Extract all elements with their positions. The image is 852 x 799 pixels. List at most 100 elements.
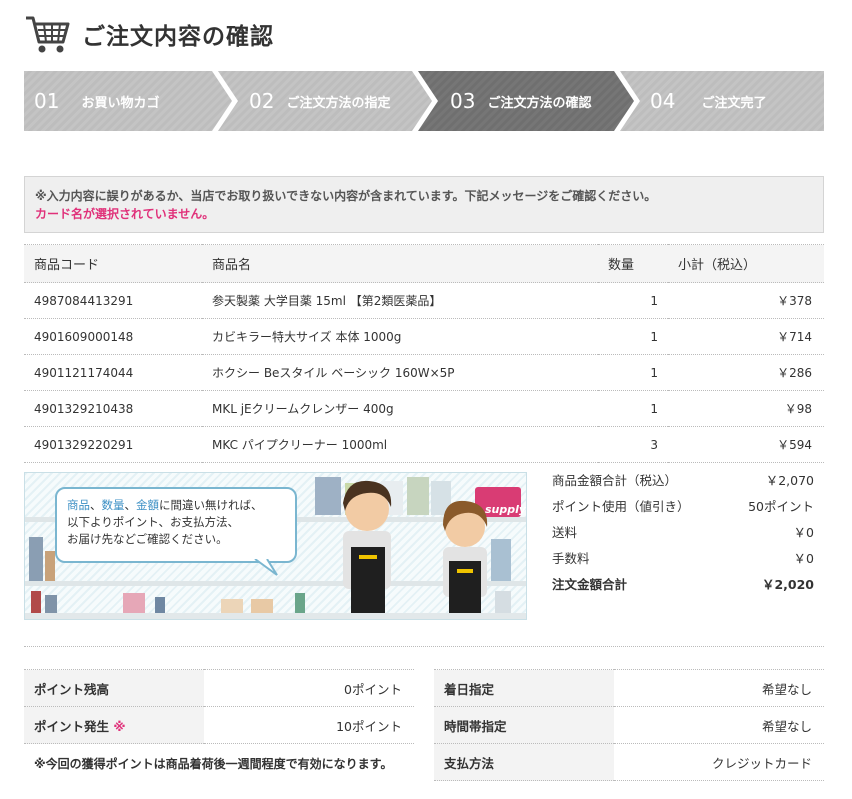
header-qty: 数量 (598, 244, 668, 283)
item-code: 4901329220291 (24, 426, 202, 463)
step-4-label: ご注文完了 (701, 95, 767, 111)
item-code: 4901609000148 (24, 318, 202, 355)
step-3-number: 03 (450, 89, 476, 113)
page-title: ご注文内容の確認 (82, 24, 274, 50)
order-totals: 商品金額合計（税込） ￥2,070 ポイント使用（値引き） 50ポイント 送料 … (552, 466, 814, 596)
totals-row: ポイント使用（値引き） 50ポイント (552, 492, 814, 518)
points-earned-mark: ※ (113, 718, 126, 734)
bubble-line-1: 商品、数量、金額に間違い無ければ、 (67, 497, 285, 514)
bubble-separator: 、 (124, 498, 137, 512)
totals-row: 送料 ￥0 (552, 518, 814, 544)
item-name: カビキラー特大サイズ 本体 1000g (202, 318, 598, 355)
bubble-highlight-amount: 金額 (136, 498, 159, 512)
item-qty: 1 (598, 282, 668, 319)
item-subtotal: ￥378 (668, 282, 824, 319)
grand-total-label: 注文金額合計 (552, 576, 628, 592)
points-balance-label: ポイント残高 (24, 669, 204, 707)
item-name: ホクシー Beスタイル ベーシック 160W×5P (202, 354, 598, 391)
alert-message: ※入力内容に誤りがあるか、当店でお取り扱いできない内容が含まれています。下記メッ… (35, 189, 657, 203)
header-subtotal: 小計（税込） (668, 244, 824, 283)
points-earned-value: 10ポイント (204, 706, 414, 744)
bubble-text: に間違い無ければ、 (159, 498, 263, 512)
table-row: 4901329220291 MKC パイプクリーナー 1000ml 3 ￥594 (24, 426, 824, 463)
totals-value: ￥0 (793, 524, 814, 540)
bubble-line-2: 以下よりポイント、お支払方法、 (67, 515, 240, 529)
confirmation-banner: supply 商品、数量、金額に間違い無ければ、 以下よりポイント、お支払方法、… (24, 472, 527, 620)
table-row: 4987084413291 参天製薬 大学目薬 15ml 【第2類医薬品】 1 … (24, 282, 824, 319)
points-earned-cell: ポイント発生 ※ (24, 706, 204, 744)
item-qty: 1 (598, 318, 668, 355)
item-name: 参天製薬 大学目薬 15ml 【第2類医薬品】 (202, 282, 598, 319)
item-subtotal: ￥714 (668, 318, 824, 355)
bubble-highlight-product: 商品 (67, 498, 90, 512)
delivery-time-label: 時間帯指定 (434, 706, 614, 744)
points-balance-row: ポイント残高 0ポイント (24, 669, 414, 707)
bubble-tail (254, 559, 278, 576)
delivery-date-value: 希望なし (614, 669, 824, 707)
item-subtotal: ￥286 (668, 354, 824, 391)
speech-bubble: 商品、数量、金額に間違い無ければ、 以下よりポイント、お支払方法、 お届け先など… (55, 487, 297, 563)
delivery-date-label: 着日指定 (434, 669, 614, 707)
points-earned-row: ポイント発生 ※ 10ポイント (24, 706, 414, 744)
error-alert: ※入力内容に誤りがあるか、当店でお取り扱いできない内容が含まれています。下記メッ… (24, 176, 824, 233)
step-4-number: 04 (650, 89, 676, 113)
item-code: 4901329210438 (24, 390, 202, 427)
step-2-number: 02 (249, 89, 275, 113)
step-2: 02 ご注文方法の指定 (249, 71, 390, 131)
checkout-steps: 01 お買い物カゴ 02 ご注文方法の指定 03 ご注文方法の確認 04 ご注文… (24, 71, 824, 131)
totals-label: 送料 (552, 524, 578, 540)
page-header: ご注文内容の確認 (24, 12, 274, 56)
item-code: 4987084413291 (24, 282, 202, 319)
step-4: 04 ご注文完了 (650, 71, 766, 131)
order-items-table: 商品コード 商品名 数量 小計（税込） 4987084413291 参天製薬 大… (24, 244, 824, 463)
item-name: MKC パイプクリーナー 1000ml (202, 426, 598, 463)
step-1-number: 01 (34, 89, 60, 113)
table-row: 4901329210438 MKL jEクリームクレンザー 400g 1 ￥98 (24, 390, 824, 427)
payment-method-row: 支払方法 クレジットカード (434, 743, 824, 781)
points-balance-value: 0ポイント (204, 669, 414, 707)
table-row: 4901121174044 ホクシー Beスタイル ベーシック 160W×5P … (24, 354, 824, 391)
totals-value: 50ポイント (748, 498, 814, 514)
alert-error-text: カード名が選択されていません。 (35, 207, 215, 221)
step-1: 01 お買い物カゴ (34, 71, 159, 131)
bubble-line-3: お届け先などご確認ください。 (67, 532, 228, 546)
item-subtotal: ￥594 (668, 426, 824, 463)
header-code: 商品コード (24, 244, 202, 283)
totals-row: 商品金額合計（税込） ￥2,070 (552, 466, 814, 492)
item-qty: 3 (598, 426, 668, 463)
item-name: MKL jEクリームクレンザー 400g (202, 390, 598, 427)
points-note: ※今回の獲得ポイントは商品着荷後一週間程度で有効になります。 (34, 757, 393, 771)
item-qty: 1 (598, 390, 668, 427)
item-qty: 1 (598, 354, 668, 391)
step-2-label: ご注文方法の指定 (286, 95, 391, 111)
item-subtotal: ￥98 (668, 390, 824, 427)
delivery-time-row: 時間帯指定 希望なし (434, 706, 824, 744)
totals-label: 商品金額合計（税込） (552, 472, 678, 488)
header-name: 商品名 (202, 244, 598, 283)
step-3-label: ご注文方法の確認 (487, 95, 592, 111)
step-3: 03 ご注文方法の確認 (450, 71, 591, 131)
item-code: 4901121174044 (24, 354, 202, 391)
table-header-row: 商品コード 商品名 数量 小計（税込） (24, 244, 824, 283)
bubble-highlight-quantity: 数量 (101, 498, 125, 512)
payment-method-value: クレジットカード (614, 743, 824, 781)
points-table: ポイント残高 0ポイント ポイント発生 ※ 10ポイント (24, 669, 414, 744)
bubble-separator: 、 (90, 498, 102, 512)
delivery-time-value: 希望なし (614, 706, 824, 744)
delivery-date-row: 着日指定 希望なし (434, 669, 824, 707)
step-1-label: お買い物カゴ (81, 95, 160, 111)
delivery-table: 着日指定 希望なし 時間帯指定 希望なし 支払方法 クレジットカード (434, 669, 824, 781)
grand-total-value: ￥2,020 (761, 576, 814, 592)
shopping-cart-icon (26, 16, 70, 53)
totals-value: ￥0 (793, 550, 814, 566)
totals-label: 手数料 (552, 550, 590, 566)
points-earned-label: ポイント発生 (34, 718, 110, 734)
totals-label: ポイント使用（値引き） (552, 498, 690, 514)
section-divider (24, 646, 824, 647)
payment-method-label: 支払方法 (434, 743, 614, 781)
totals-value: ￥2,070 (765, 472, 814, 488)
table-row: 4901609000148 カビキラー特大サイズ 本体 1000g 1 ￥714 (24, 318, 824, 355)
grand-total-row: 注文金額合計 ￥2,020 (552, 570, 814, 596)
shelf-sign-text: supply (485, 503, 527, 516)
totals-row: 手数料 ￥0 (552, 544, 814, 570)
